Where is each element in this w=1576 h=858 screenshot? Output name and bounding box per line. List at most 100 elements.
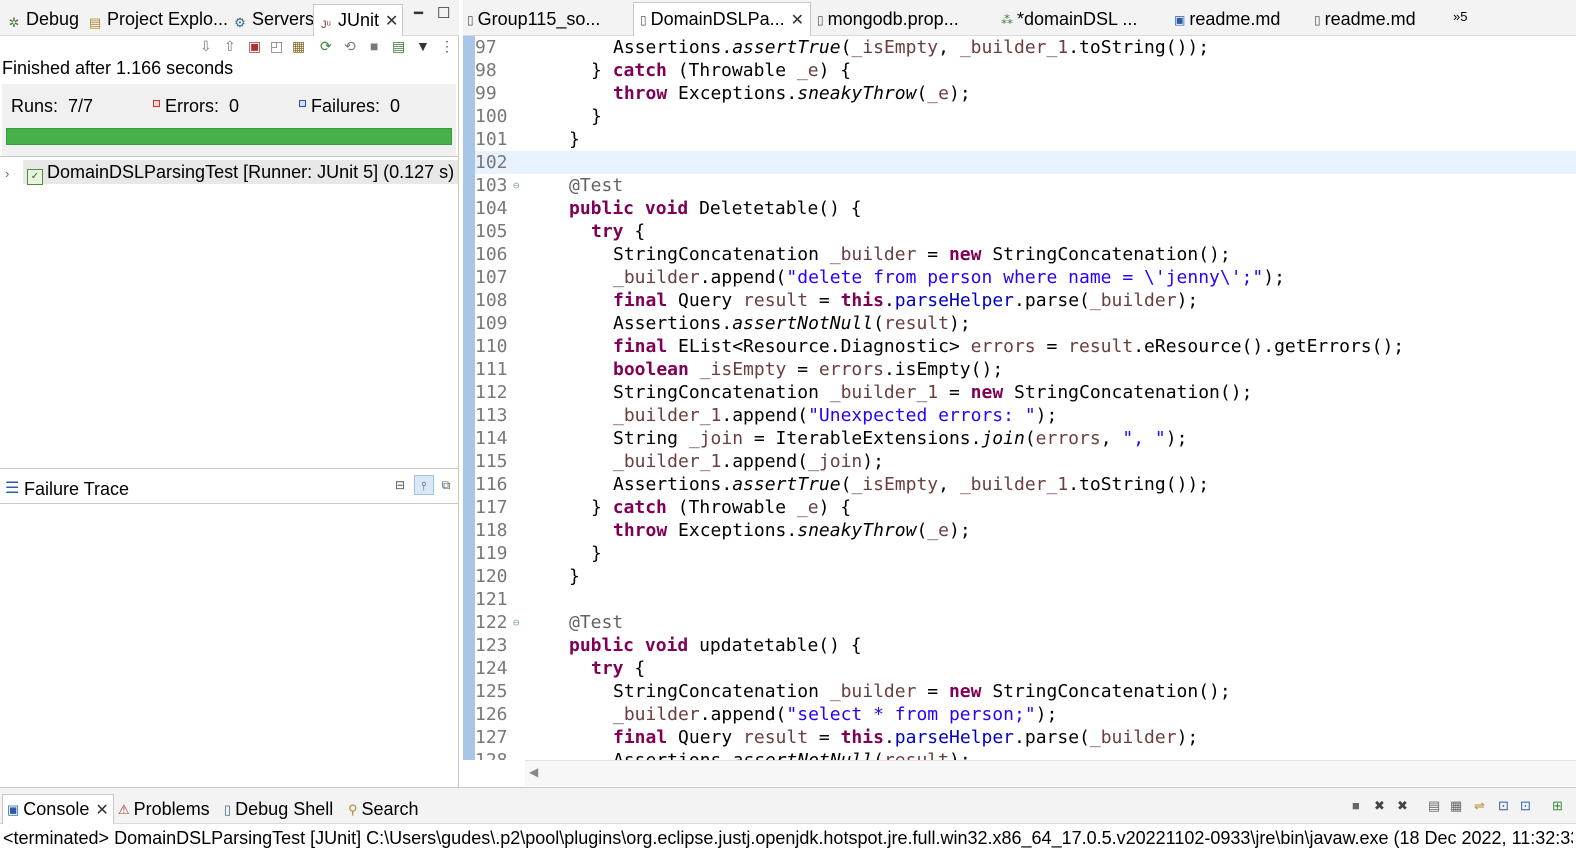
code-line[interactable]: 106 StringConcatenation _builder = new St…: [475, 243, 1576, 266]
copy-trace-icon[interactable]: ⧉: [436, 475, 456, 495]
scroll-left-icon[interactable]: ◀: [529, 765, 538, 779]
next-failure-icon[interactable]: ⇩: [200, 38, 212, 55]
tree-item-test-class[interactable]: › ✓ DomainDSLParsingTest [Runner: JUnit 5]…: [5, 160, 459, 188]
code-line[interactable]: 112 StringConcatenation _builder_1 = new …: [475, 381, 1576, 404]
editor-tab-label: readme.md: [1324, 9, 1416, 29]
test-tree[interactable]: › ✓ DomainDSLParsingTest [Runner: JUnit 5]…: [0, 156, 459, 468]
horizontal-scrollbar[interactable]: ◀: [525, 760, 1576, 786]
scroll-lock-icon[interactable]: ▦: [292, 38, 305, 55]
code-line[interactable]: 119}: [475, 542, 1576, 565]
code-line[interactable]: 102: [475, 151, 1576, 174]
minimize-icon[interactable]: ━: [414, 4, 423, 22]
editor-tab-readme-1[interactable]: ▣ readme.md: [1174, 6, 1280, 34]
code-line[interactable]: 126 _builder.append("select * from person…: [475, 703, 1576, 726]
show-failures-only-icon[interactable]: ▣: [248, 38, 261, 55]
code-line[interactable]: 121: [475, 588, 1576, 611]
console-icon: ▣: [7, 802, 20, 817]
code-line[interactable]: 118 throw Exceptions.sneakyThrow(_e);: [475, 519, 1576, 542]
tab-project-explorer[interactable]: ▤ Project Explo...: [87, 6, 228, 34]
code-text: } catch (Throwable _e) {: [591, 60, 852, 81]
code-line[interactable]: 123 public void updatetable() {: [475, 634, 1576, 657]
test-run-history-icon[interactable]: ▤: [392, 38, 405, 55]
close-icon[interactable]: ✕: [791, 5, 804, 37]
code-line[interactable]: 104 public void Deletetable() {: [475, 197, 1576, 220]
close-icon[interactable]: ✕: [385, 7, 398, 37]
clear-console-icon[interactable]: ▤: [1428, 798, 1440, 814]
tab-debug-shell[interactable]: ▯ Debug Shell: [224, 798, 333, 822]
code-line[interactable]: 111 boolean _isEmpty = errors.isEmpty();: [475, 358, 1576, 381]
editor-tab-group115[interactable]: ▯ Group115_so...: [467, 6, 600, 34]
tab-console-label: Console: [23, 799, 90, 819]
editor-tab-readme-2[interactable]: ▯ readme.md: [1314, 6, 1416, 34]
editor-tab-mongodb-properties[interactable]: ▯ mongodb.prop...: [817, 6, 959, 34]
stop-icon[interactable]: ■: [370, 38, 378, 54]
code-line[interactable]: 124 try {: [475, 657, 1576, 680]
code-line[interactable]: 108 final Query result = this.parseHelper…: [475, 289, 1576, 312]
code-text: }: [591, 543, 602, 564]
code-line[interactable]: 97 Assertions.assertTrue(_isEmpty, _build…: [475, 36, 1576, 59]
rerun-test-icon[interactable]: ⟳: [320, 38, 332, 55]
code-line[interactable]: 110 final EList<Resource.Diagnostic> erro…: [475, 335, 1576, 358]
filter-stack-trace-icon[interactable]: ⫯: [414, 475, 434, 495]
code-text: StringConcatenation _builder_1 = new Str…: [613, 382, 1253, 403]
code-line[interactable]: 115 _builder_1.append(_join);: [475, 450, 1576, 473]
tab-problems[interactable]: ⚠ Problems: [118, 798, 210, 822]
editor-ruler: [463, 36, 475, 760]
code-line[interactable]: 127 final Query result = this.parseHelper…: [475, 726, 1576, 749]
tab-search[interactable]: ⚲ Search: [348, 798, 419, 822]
line-number: 98: [475, 60, 497, 81]
code-text: throw Exceptions.sneakyThrow(_e);: [613, 520, 971, 541]
tree-item-selection[interactable]: ✓ DomainDSLParsingTest [Runner: JUnit 5] …: [23, 160, 459, 185]
tab-console[interactable]: ▣ Console ✕: [2, 794, 114, 824]
code-lines[interactable]: 97 Assertions.assertTrue(_isEmpty, _build…: [475, 36, 1576, 760]
code-line[interactable]: 99 throw Exceptions.sneakyThrow(_e);: [475, 82, 1576, 105]
editor-tab-overflow[interactable]: »5: [1453, 4, 1467, 32]
overflow-icon[interactable]: »5: [1453, 9, 1467, 24]
tab-debug[interactable]: ✲ Debug: [6, 6, 80, 34]
code-line[interactable]: 100}: [475, 105, 1576, 128]
more-options-icon[interactable]: ⋮: [440, 38, 454, 55]
code-line[interactable]: 114 String _join = IterableExtensions.joi…: [475, 427, 1576, 450]
code-line[interactable]: 101}: [475, 128, 1576, 151]
code-line[interactable]: 113 _builder_1.append("Unexpected errors:…: [475, 404, 1576, 427]
view-menu-chevron-down-icon[interactable]: ▼: [416, 38, 430, 54]
expand-chevron-icon[interactable]: ›: [5, 166, 23, 181]
fold-toggle-icon[interactable]: ⊖: [513, 174, 520, 197]
remove-launch-icon[interactable]: ✖: [1374, 798, 1385, 814]
open-console-icon[interactable]: ⊞: [1552, 798, 1563, 814]
word-wrap-icon[interactable]: ⇌: [1474, 798, 1485, 814]
test-counters: Runs: 7/7 Errors: 0 Failures: 0: [2, 84, 456, 156]
code-line[interactable]: 116 Assertions.assertTrue(_isEmpty, _buil…: [475, 473, 1576, 496]
close-icon[interactable]: ✕: [95, 797, 108, 825]
code-line[interactable]: 120}: [475, 565, 1576, 588]
code-text: Assertions.assertNotNull(result);: [613, 749, 971, 760]
code-line[interactable]: 98 } catch (Throwable _e) {: [475, 59, 1576, 82]
code-line[interactable]: 107 _builder.append("delete from person w…: [475, 266, 1576, 289]
code-line[interactable]: 105 try {: [475, 220, 1576, 243]
terminate-icon[interactable]: ■: [1352, 798, 1360, 813]
line-number: 110: [475, 336, 508, 357]
code-text: }: [591, 106, 602, 127]
code-text: _builder_1.append(_join);: [613, 451, 884, 472]
code-text: public void updatetable() {: [569, 635, 862, 656]
display-console-icon[interactable]: ⊡: [1520, 798, 1531, 814]
code-line[interactable]: 125 StringConcatenation _builder = new St…: [475, 680, 1576, 703]
previous-failure-icon[interactable]: ⇧: [224, 38, 236, 55]
code-line[interactable]: 122 ⊖ @Test: [475, 611, 1576, 634]
remove-all-terminated-icon[interactable]: ✖: [1397, 798, 1408, 814]
fold-toggle-icon[interactable]: ⊖: [513, 611, 520, 634]
pin-console-icon[interactable]: ⊡: [1498, 798, 1509, 814]
scroll-lock-icon[interactable]: ▦: [1450, 798, 1462, 814]
tab-junit[interactable]: Jᵘ JUnit ✕: [313, 4, 404, 37]
show-skipped-only-icon[interactable]: ◰: [270, 38, 283, 55]
code-line[interactable]: 109 Assertions.assertNotNull(result);: [475, 312, 1576, 335]
code-line[interactable]: 117} catch (Throwable _e) {: [475, 496, 1576, 519]
compare-results-icon[interactable]: ⊟: [390, 475, 410, 495]
maximize-icon[interactable]: ☐: [437, 4, 450, 22]
editor-tab-domaindsl[interactable]: ⁂ *domainDSL ...: [1001, 6, 1137, 34]
code-line[interactable]: 103 ⊖ @Test: [475, 174, 1576, 197]
editor-tab-domaindslparsingtest[interactable]: ▯ DomainDSLPa... ✕: [633, 2, 812, 37]
code-line[interactable]: 128 Assertions.assertNotNull(result);: [475, 749, 1576, 760]
tab-servers[interactable]: ⚙ Servers: [232, 6, 314, 34]
rerun-failed-first-icon[interactable]: ⟲: [344, 38, 356, 55]
